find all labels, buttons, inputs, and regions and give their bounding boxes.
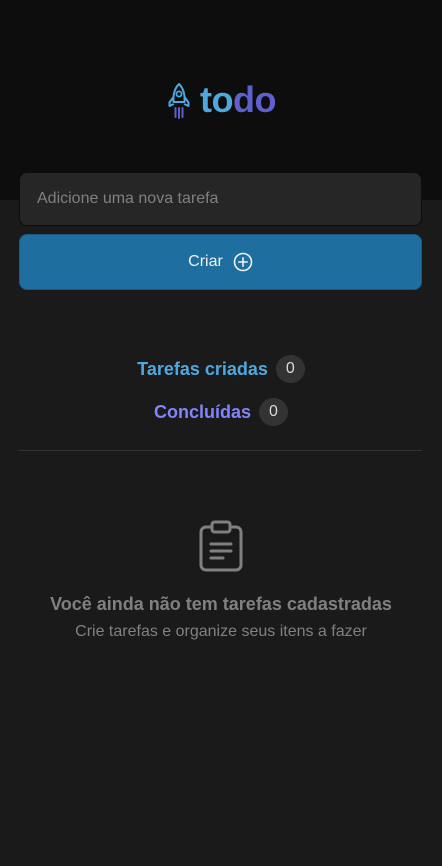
created-count-badge: 0 xyxy=(275,355,305,383)
divider xyxy=(19,450,422,451)
done-count-badge: 0 xyxy=(259,398,288,426)
new-task-field[interactable] xyxy=(19,172,422,226)
logo: todo xyxy=(0,80,442,120)
logo-text: todo xyxy=(200,79,276,120)
task-counters: Tarefas criadas 0 Concluídas 0 xyxy=(0,354,442,427)
todo-app: todo Criar Tarefas criadas 0 Concluídas … xyxy=(0,0,442,866)
empty-state-subtitle: Crie tarefas e organize seus itens a faz… xyxy=(75,623,367,640)
empty-state-title: Você ainda não tem tarefas cadastradas xyxy=(50,594,392,614)
create-button-label: Criar xyxy=(188,253,223,270)
create-button[interactable]: Criar xyxy=(19,234,422,290)
new-task-input[interactable] xyxy=(37,190,421,208)
done-counter: Concluídas 0 xyxy=(0,397,442,427)
created-counter: Tarefas criadas 0 xyxy=(0,354,442,384)
plus-circle-icon xyxy=(233,252,253,272)
header: todo xyxy=(0,0,442,200)
done-label: Concluídas xyxy=(154,401,252,422)
empty-state: Você ainda não tem tarefas cadastradas C… xyxy=(0,518,442,641)
created-label: Tarefas criadas xyxy=(137,358,268,379)
rocket-icon xyxy=(166,80,192,120)
clipboard-icon xyxy=(199,520,243,572)
